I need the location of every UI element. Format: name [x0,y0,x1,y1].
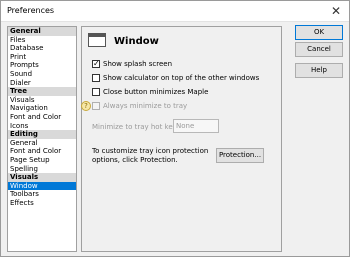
show-calc-label[interactable]: Show calculator on top of the other wind… [103,74,259,82]
preferences-dialog: Preferences ✕ General Files Database Pri… [0,0,350,257]
nav-item-toolbars[interactable]: Toolbars [8,190,76,199]
nav-item-editing-font-color[interactable]: Font and Color [8,147,76,156]
window-title: Preferences [7,6,55,15]
cancel-button[interactable]: Cancel [295,42,343,57]
close-minimizes-checkbox[interactable] [92,88,100,96]
always-tray-label: Always minimize to tray [103,102,188,110]
always-tray-checkbox[interactable] [92,102,100,110]
hint-bulb-icon: ? [81,101,91,111]
nav-item-effects[interactable]: Effects [8,199,76,208]
close-minimizes-label[interactable]: Close button minimizes Maple [103,88,208,96]
panel-title: Window [114,36,159,47]
help-button[interactable]: Help [295,63,343,78]
show-calc-checkbox[interactable] [92,74,100,82]
nav-item-dialer[interactable]: Dialer [8,79,76,88]
nav-item-database[interactable]: Database [8,44,76,53]
nav-group-tree: Tree [8,87,76,96]
nav-item-navigation[interactable]: Navigation [8,104,76,113]
show-splash-label[interactable]: Show splash screen [103,60,172,68]
nav-group-general: General [8,27,76,36]
nav-item-files[interactable]: Files [8,36,76,45]
nav-item-editing-general[interactable]: General [8,139,76,148]
nav-item-spelling[interactable]: Spelling [8,165,76,174]
window-icon [88,33,106,47]
hotkey-field[interactable]: None [173,119,219,133]
show-splash-checkbox[interactable] [92,59,100,68]
settings-panel: Window Show splash screen Show calculato… [81,26,282,252]
nav-group-visuals: Visuals [8,173,76,182]
nav-item-print[interactable]: Print [8,53,76,62]
nav-item-tree-visuals[interactable]: Visuals [8,96,76,105]
title-bar: Preferences ✕ [1,1,349,22]
nav-item-page-setup[interactable]: Page Setup [8,156,76,165]
ok-button[interactable]: OK [295,25,343,40]
protection-text: To customize tray icon protection option… [92,147,209,164]
hotkey-label: Minimize to tray hot key [92,123,177,131]
nav-group-editing: Editing [8,130,76,139]
nav-item-icons[interactable]: Icons [8,122,76,131]
protection-button[interactable]: Protection... [216,148,264,163]
nav-item-window[interactable]: Window [8,181,76,191]
nav-item-prompts[interactable]: Prompts [8,61,76,70]
close-icon[interactable]: ✕ [323,1,349,21]
nav-item-sound[interactable]: Sound [8,70,76,79]
category-list[interactable]: General Files Database Print Prompts Sou… [7,26,77,252]
nav-item-tree-font-color[interactable]: Font and Color [8,113,76,122]
